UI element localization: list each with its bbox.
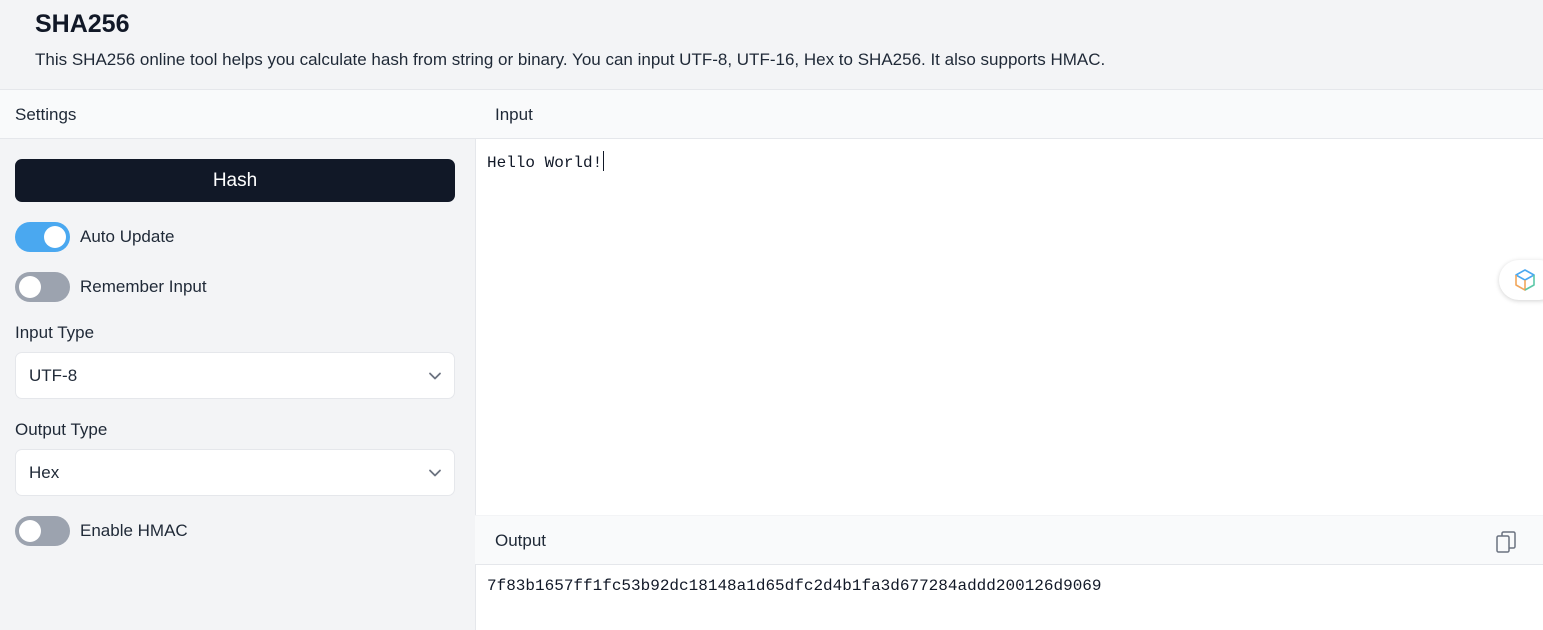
copy-icon[interactable] (1495, 530, 1517, 554)
auto-update-label: Auto Update (80, 227, 175, 246)
settings-panel: Settings Hash Auto Update Remember Input… (0, 90, 475, 630)
remember-input-toggle[interactable] (15, 272, 70, 302)
hash-button[interactable]: Hash (15, 159, 455, 202)
settings-title: Settings (15, 105, 77, 124)
output-header: Output (475, 516, 1543, 565)
output-type-select[interactable]: Hex (15, 449, 455, 496)
input-textarea[interactable]: Hello World! (475, 139, 1543, 515)
input-type-label: Input Type (15, 323, 95, 342)
enable-hmac-label: Enable HMAC (80, 521, 188, 540)
auto-update-toggle[interactable] (15, 222, 70, 252)
toggle-knob (19, 276, 41, 298)
extension-icon (1515, 269, 1535, 291)
toggle-knob (19, 520, 41, 542)
input-title: Input (495, 105, 533, 124)
toggle-knob (44, 226, 66, 248)
output-textarea[interactable]: 7f83b1657ff1fc53b92dc18148a1d65dfc2d4b1f… (475, 565, 1543, 630)
page-description: This SHA256 online tool helps you calcul… (35, 50, 1106, 69)
remember-input-label: Remember Input (80, 277, 207, 296)
input-header: Input (475, 90, 1543, 139)
input-value: Hello World! (487, 154, 603, 172)
page-header: SHA256 This SHA256 online tool helps you… (0, 0, 1543, 90)
chevron-down-icon (429, 469, 441, 477)
chevron-down-icon (429, 372, 441, 380)
input-text-container: Hello World! (487, 151, 605, 172)
input-type-select[interactable]: UTF-8 (15, 352, 455, 399)
remember-input-row: Remember Input (15, 272, 207, 302)
settings-header: Settings (0, 90, 475, 139)
output-type-value: Hex (29, 463, 60, 482)
auto-update-row: Auto Update (15, 222, 175, 252)
enable-hmac-toggle[interactable] (15, 516, 70, 546)
output-value: 7f83b1657ff1fc53b92dc18148a1d65dfc2d4b1f… (487, 577, 1102, 595)
page-title: SHA256 (35, 10, 130, 38)
output-title: Output (495, 531, 547, 550)
output-type-label: Output Type (15, 420, 108, 439)
text-caret (603, 151, 605, 171)
input-type-value: UTF-8 (29, 366, 78, 385)
enable-hmac-row: Enable HMAC (15, 516, 188, 546)
floating-extension-button[interactable] (1499, 260, 1543, 300)
